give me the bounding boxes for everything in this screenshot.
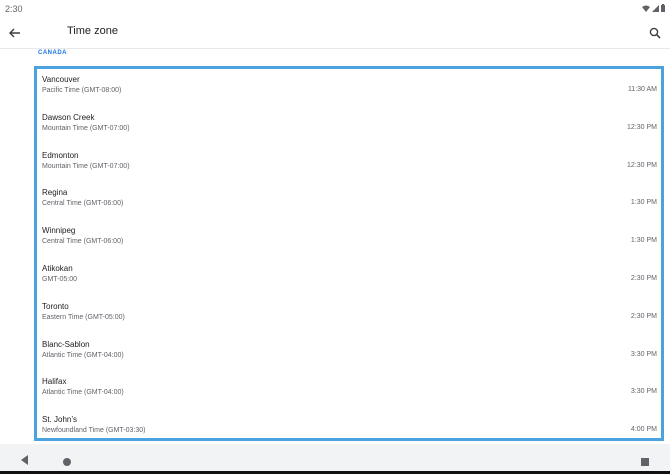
page-title: Time zone	[67, 25, 118, 37]
time-zone-city: Winnipeg	[42, 226, 76, 236]
arrow-back-icon	[9, 28, 20, 38]
time-zone-item[interactable]: Edmonton Mountain Time (GMT-07:00) 12:30…	[37, 145, 661, 183]
status-time: 2:30	[5, 4, 23, 14]
time-zone-city: Halifax	[42, 377, 67, 387]
time-zone-description: Atlantic Time (GMT-04:00)	[42, 389, 124, 397]
wifi-icon	[642, 5, 650, 12]
time-zone-item[interactable]: Dawson Creek Mountain Time (GMT-07:00) 1…	[37, 107, 661, 145]
search-button[interactable]	[646, 24, 664, 42]
time-zone-item[interactable]: Winnipeg Central Time (GMT-06:00) 1:30 P…	[37, 220, 661, 258]
time-zone-description: Central Time (GMT-06:00)	[42, 200, 124, 208]
time-zone-item[interactable]: Regina Central Time (GMT-06:00) 1:30 PM	[37, 182, 661, 220]
time-zone-item[interactable]: Atikokan GMT-05:00 2:30 PM	[37, 258, 661, 296]
time-zone-current-time: 1:30 PM	[630, 237, 657, 245]
time-zone-current-time: 11:30 AM	[627, 86, 657, 93]
time-zone-city: Dawson Creek	[42, 112, 95, 122]
app-bar-divider	[0, 48, 670, 49]
time-zone-description: Newfoundland Time (GMT-03:30)	[42, 427, 146, 435]
search-icon	[649, 27, 661, 39]
time-zone-city: Toronto	[42, 301, 69, 311]
status-bar: 2:30	[0, 0, 670, 18]
nav-home-icon	[63, 458, 71, 466]
signal-icon	[652, 4, 659, 12]
time-zone-current-time: 4:00 PM	[630, 426, 657, 434]
time-zone-city: Blanc-Sablon	[42, 339, 90, 349]
time-zone-description: Eastern Time (GMT-05:00)	[42, 313, 125, 321]
time-zone-description: Central Time (GMT-06:00)	[42, 238, 124, 246]
time-zone-description: GMT-05:00	[42, 275, 78, 283]
nav-back-icon	[21, 455, 28, 465]
time-zone-item[interactable]: Toronto Eastern Time (GMT-05:00) 2:30 PM	[37, 296, 661, 334]
time-zone-current-time: 3:30 PM	[630, 350, 657, 358]
navigation-bar	[0, 444, 670, 474]
time-zone-description: Pacific Time (GMT-08:00)	[42, 87, 122, 94]
time-zone-description: Mountain Time (GMT-07:00)	[42, 162, 130, 170]
time-zone-city: St. John’s	[42, 415, 77, 425]
nav-recent-icon	[641, 458, 649, 466]
nav-back-button[interactable]	[19, 453, 29, 465]
time-zone-item[interactable]: Blanc-Sablon Atlantic Time (GMT-04:00) 3…	[37, 334, 661, 372]
time-zone-city: Atikokan	[42, 263, 73, 273]
status-icons	[642, 4, 665, 12]
time-zone-list: Vancouver Pacific Time (GMT-08:00) 11:30…	[34, 66, 664, 441]
time-zone-item[interactable]: Vancouver Pacific Time (GMT-08:00) 11:30…	[37, 69, 661, 107]
time-zone-current-time: 2:30 PM	[630, 274, 657, 282]
time-zone-city: Edmonton	[42, 150, 79, 160]
time-zone-item[interactable]: St. John’s Newfoundland Time (GMT-03:30)…	[37, 409, 661, 438]
section-header: CANADA	[38, 50, 67, 56]
time-zone-current-time: 2:30 PM	[630, 312, 657, 320]
time-zone-city: Vancouver	[42, 75, 80, 84]
app-bar: Time zone	[0, 18, 670, 48]
time-zone-description: Atlantic Time (GMT-04:00)	[42, 351, 124, 359]
back-button[interactable]	[6, 24, 24, 42]
time-zone-item[interactable]: Halifax Atlantic Time (GMT-04:00) 3:30 P…	[37, 371, 661, 409]
time-zone-city: Regina	[42, 188, 68, 198]
time-zone-current-time: 12:30 PM	[627, 123, 657, 131]
time-zone-current-time: 1:30 PM	[630, 199, 657, 207]
battery-icon	[661, 4, 665, 12]
nav-home-button[interactable]	[62, 454, 72, 466]
time-zone-current-time: 3:30 PM	[630, 388, 657, 396]
time-zone-current-time: 12:30 PM	[627, 161, 657, 169]
time-zone-description: Mountain Time (GMT-07:00)	[42, 124, 130, 132]
nav-recent-button[interactable]	[640, 454, 650, 466]
